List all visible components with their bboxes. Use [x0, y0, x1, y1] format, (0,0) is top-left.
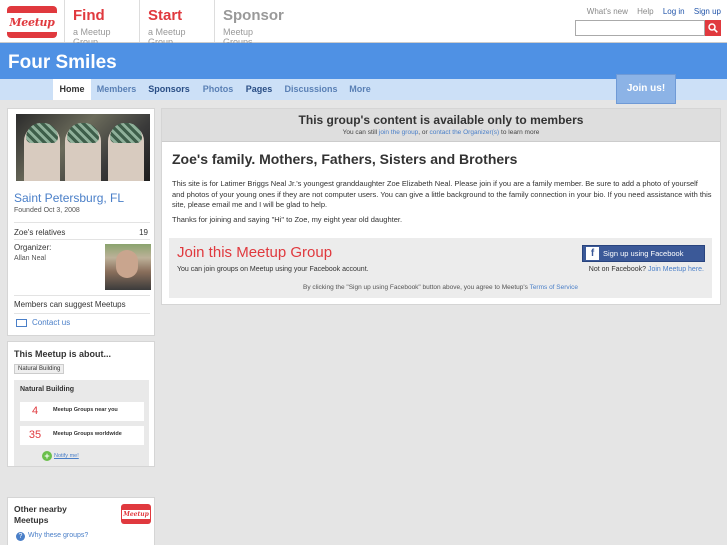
world-label: Meetup Groups worldwide — [53, 431, 122, 437]
contact-us-link[interactable]: Contact us — [32, 318, 70, 327]
suggest-meetups-text: Members can suggest Meetups — [14, 300, 126, 309]
group-info-panel: Saint Petersburg, FL Founded Oct 3, 2008… — [7, 108, 155, 336]
join-title: Join this Meetup Group — [177, 244, 333, 261]
top-links: What's new Help Log in Sign up — [580, 7, 721, 16]
photo-figure — [65, 123, 101, 181]
divider — [14, 222, 150, 223]
terms-pre: By clicking the "Sign up using Facebook"… — [303, 284, 530, 291]
about-title: This Meetup is about... — [14, 349, 112, 359]
plus-icon: + — [42, 451, 52, 461]
notice-or: , or — [418, 129, 430, 136]
question-icon: ? — [16, 532, 25, 541]
world-count: 35 — [28, 429, 42, 441]
tab-members[interactable]: Members — [93, 79, 140, 100]
group-city[interactable]: Saint Petersburg, FL — [14, 191, 124, 205]
whats-new-link[interactable]: What's new — [587, 7, 628, 16]
join-us-button[interactable]: Join us! — [616, 74, 676, 104]
join-subtext: You can join groups on Meetup using your… — [177, 266, 369, 273]
topic-tag[interactable]: Natural Building — [14, 364, 65, 374]
facebook-signup-button[interactable]: f Sign up using Facebook — [582, 245, 705, 262]
group-description: This site is for Latimer Briggs Neal Jr.… — [172, 179, 712, 209]
notice-subtext: You can still join the group, or contact… — [162, 129, 720, 136]
nav-find[interactable]: Find a Meetup Group — [64, 0, 139, 47]
not-on-facebook: Not on Facebook? Join Meetup here. — [589, 266, 704, 273]
about-panel: This Meetup is about... Natural Building… — [7, 341, 155, 467]
tab-pages[interactable]: Pages — [242, 79, 276, 100]
tab-sponsors[interactable]: Sponsors — [144, 79, 194, 100]
members-only-notice: This group's content is available only t… — [162, 109, 720, 142]
divider — [14, 295, 150, 296]
search-button[interactable] — [705, 20, 721, 36]
search-icon — [708, 23, 718, 33]
photo-figure — [24, 123, 60, 181]
nav-sponsor[interactable]: Sponsor Meetup Groups — [214, 0, 289, 47]
login-link[interactable]: Log in — [663, 7, 685, 16]
near-label: Meetup Groups near you — [53, 407, 118, 413]
logo-text: Meetup — [6, 12, 58, 32]
help-link[interactable]: Help — [637, 7, 653, 16]
tab-photos[interactable]: Photos — [198, 79, 238, 100]
organizer-avatar[interactable] — [105, 244, 151, 290]
tab-home[interactable]: Home — [53, 79, 91, 100]
organizer-name[interactable]: Allan Neal — [14, 255, 46, 262]
nav-start-title: Start — [148, 7, 183, 24]
signup-link[interactable]: Sign up — [694, 7, 721, 16]
group-headline: Zoe's family. Mothers, Fathers, Sisters … — [172, 151, 518, 167]
founded-date: Founded Oct 3, 2008 — [14, 207, 80, 214]
main-content: This group's content is available only t… — [161, 108, 721, 305]
search-input[interactable] — [575, 20, 705, 36]
other-meetups-panel: Other nearby Meetups Meetup ? Why these … — [7, 497, 155, 545]
contact-organizer-link[interactable]: contact the Organizer(s) — [430, 129, 500, 136]
facebook-button-label: Sign up using Facebook — [603, 249, 684, 258]
why-groups-link[interactable]: Why these groups? — [28, 532, 88, 539]
mail-icon — [16, 319, 27, 327]
nav-find-title: Find — [73, 7, 105, 24]
divider — [14, 239, 150, 240]
members-count: 19 — [139, 228, 148, 237]
small-logo-text: Meetup — [122, 509, 150, 519]
terms-link[interactable]: Terms of Service — [530, 284, 578, 291]
world-groups-stat[interactable]: 35 Meetup Groups worldwide — [20, 426, 144, 445]
meetup-logo[interactable]: Meetup — [6, 6, 58, 38]
tab-discussions[interactable]: Discussions — [281, 79, 341, 100]
nav-sponsor-title: Sponsor — [223, 7, 284, 24]
divider — [14, 313, 150, 314]
notice-title: This group's content is available only t… — [298, 113, 584, 127]
organizer-label: Organizer: — [14, 243, 52, 252]
tab-more[interactable]: More — [343, 79, 377, 100]
meetup-small-logo: Meetup — [121, 504, 151, 524]
topic-box: Natural Building 4 Meetup Groups near yo… — [14, 380, 149, 466]
topic-box-title[interactable]: Natural Building — [20, 386, 74, 393]
near-groups-stat[interactable]: 4 Meetup Groups near you — [20, 402, 144, 421]
thanks-text: Thanks for joining and saying "Hi" to Zo… — [172, 215, 403, 224]
members-label[interactable]: Zoe's relatives — [14, 228, 65, 237]
group-photo[interactable] — [16, 114, 150, 181]
top-header: Meetup Find a Meetup Group Start a Meetu… — [0, 0, 727, 47]
not-on-fb-text: Not on Facebook? — [588, 266, 648, 273]
join-meetup-link[interactable]: Join Meetup here. — [648, 266, 704, 273]
photo-figure — [108, 123, 144, 181]
notice-post: to learn more — [499, 129, 540, 136]
nav-start[interactable]: Start a Meetup Group — [139, 0, 214, 47]
other-meetups-title: Other nearby Meetups — [14, 504, 67, 525]
terms-text: By clicking the "Sign up using Facebook"… — [169, 284, 712, 291]
notify-me-link[interactable]: Notify me! — [54, 453, 79, 459]
facebook-icon: f — [586, 247, 599, 260]
group-name[interactable]: Four Smiles — [8, 52, 117, 74]
near-count: 4 — [31, 405, 39, 417]
join-box: Join this Meetup Group You can join grou… — [169, 238, 712, 298]
notice-pre: You can still — [342, 129, 379, 136]
join-group-link[interactable]: join the group — [379, 129, 418, 136]
